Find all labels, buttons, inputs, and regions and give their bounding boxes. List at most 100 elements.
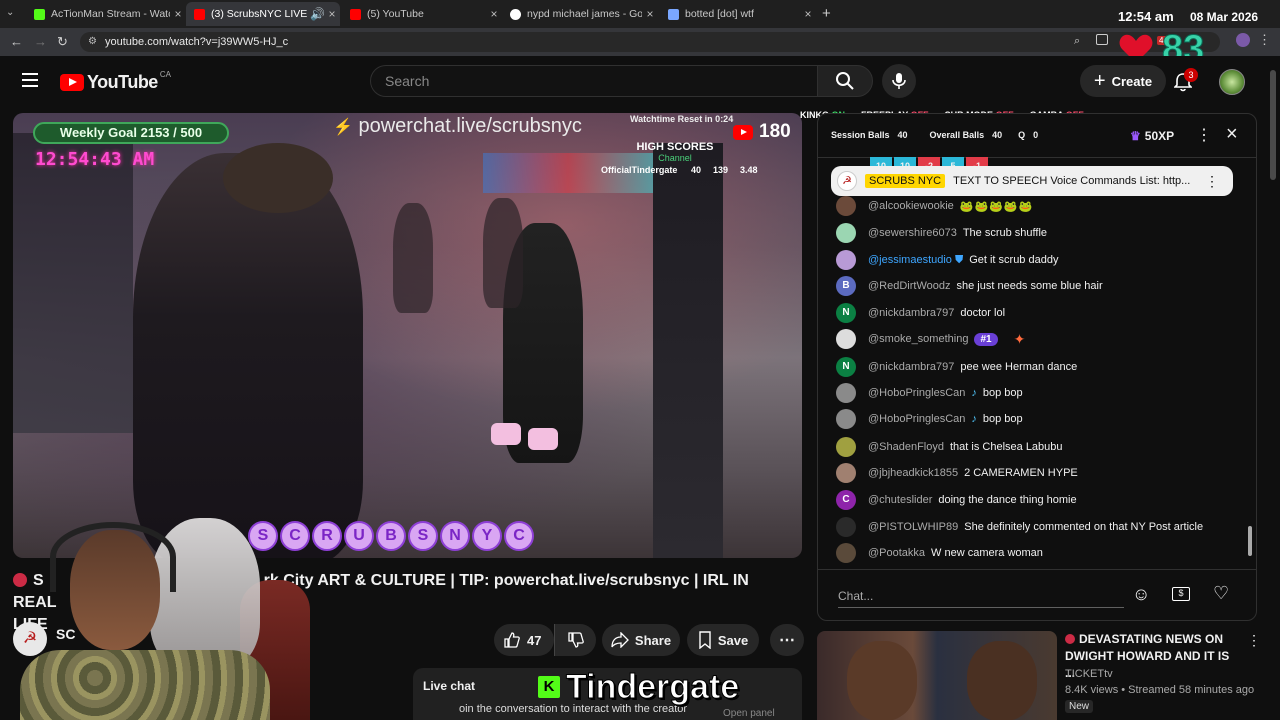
banner-letter: S — [408, 521, 438, 551]
chat-author: @alcookiewookie — [868, 200, 954, 212]
pinned-message[interactable]: ☭ SCRUBS NYC TEXT TO SPEECH Voice Comman… — [831, 166, 1233, 196]
open-panel-button[interactable]: Open panel — [723, 708, 775, 719]
emote-icon: ✦ — [1013, 330, 1026, 347]
chat-message[interactable]: C @chuteslider doing the dance thing hom… — [836, 489, 1077, 511]
scrollbar-thumb[interactable] — [1248, 526, 1252, 556]
reload-icon[interactable]: ↻ — [57, 34, 68, 50]
chat-author: @nickdambra797 — [868, 307, 955, 319]
powerchat-overlay: ⚡ powerchat.live/scrubsnyc — [333, 115, 582, 138]
pinned-text: TEXT TO SPEECH Voice Commands List: http… — [953, 175, 1191, 187]
save-button[interactable]: Save — [687, 624, 759, 656]
tab-scrubsnyc[interactable]: (3) ScrubsNYC LIVE NYC 🔊 × — [186, 2, 340, 26]
person-head — [223, 143, 333, 213]
video-thumbnail[interactable] — [817, 631, 1057, 720]
live-dot-icon — [1065, 634, 1075, 644]
chat-author: @HoboPringlesCan — [868, 387, 966, 399]
like-button[interactable]: 47 — [494, 624, 554, 656]
tab-list-icon[interactable]: ⌄ — [6, 7, 20, 21]
recommended-video[interactable]: DEVASTATING NEWS ON DWIGHT HOWARD AND IT… — [817, 631, 1261, 720]
recommended-channel[interactable]: TICKETtv — [1065, 668, 1113, 680]
lightning-icon: ⚡ — [333, 119, 353, 136]
voice-search-button[interactable] — [882, 64, 916, 98]
heart-icon[interactable]: ♡ — [1213, 583, 1229, 604]
weekly-goal-badge: Weekly Goal 2153 / 500 — [33, 122, 229, 144]
chat-message[interactable]: B @RedDirtWoodz she just needs some blue… — [836, 275, 1103, 297]
search-button[interactable] — [817, 65, 873, 97]
chat-message[interactable]: @HoboPringlesCan ♪ bop bop — [836, 408, 1023, 430]
chat-message[interactable]: @ShadenFloyd that is Chelsea Labubu — [836, 436, 1063, 458]
speaker-icon[interactable]: 🔊 — [310, 7, 325, 21]
chat-message[interactable]: @Pootakka W new camera woman — [836, 542, 1043, 564]
kick-icon: K — [538, 676, 560, 698]
chat-message[interactable]: @sewershire6073 The scrub shuffle — [836, 222, 1047, 244]
avatar — [836, 543, 856, 563]
zoom-icon[interactable]: ⌕ — [1074, 35, 1080, 48]
chat-message[interactable]: @smoke_something #1 ✦ — [836, 328, 1025, 350]
chat-author: @jessimaestudio — [868, 254, 952, 266]
pinned-menu-icon[interactable]: ⋮ — [1205, 173, 1219, 190]
microphone-icon — [892, 73, 906, 89]
install-icon[interactable] — [1096, 34, 1108, 45]
close-icon[interactable]: × — [800, 7, 816, 21]
new-tab-button[interactable]: + — [822, 5, 831, 22]
share-button[interactable]: Share — [602, 624, 680, 656]
chat-text: Get it scrub daddy — [969, 254, 1059, 266]
chat-message[interactable]: @jbjheadkick1855 2 CAMERAMEN HYPE — [836, 462, 1078, 484]
browser-menu-icon[interactable]: ⋮ — [1258, 32, 1271, 48]
viewer-count: 180 — [759, 121, 791, 142]
video-menu-icon[interactable]: ⋮ — [1247, 632, 1261, 649]
banner-letter: B — [376, 521, 406, 551]
close-icon[interactable]: × — [486, 7, 502, 21]
close-icon[interactable]: × — [642, 7, 658, 21]
tab-label: nypd michael james - Google Search — [527, 8, 642, 20]
chat-message[interactable]: @PISTOLWHIP89 She definitely commented o… — [836, 516, 1203, 538]
avatar — [836, 463, 856, 483]
tindergate-overlay: K Tindergate — [538, 667, 740, 706]
chat-message[interactable]: N @nickdambra797 doctor lol — [836, 302, 1005, 324]
account-avatar[interactable] — [1219, 69, 1245, 95]
create-button[interactable]: + Create — [1080, 65, 1166, 97]
chat-text: She definitely commented on that NY Post… — [964, 521, 1204, 533]
share-icon — [611, 632, 629, 648]
dancer-emote-icon: ♪ — [971, 413, 977, 425]
close-icon[interactable]: × — [324, 7, 340, 21]
emoji-icon[interactable]: ☺ — [1132, 584, 1150, 605]
q-value: 0 — [1033, 130, 1039, 140]
search-input[interactable]: Search — [370, 65, 818, 97]
notifications-button[interactable]: 3 — [1173, 68, 1198, 97]
tab-actionman[interactable]: AcTionMan Stream - Watch Live × — [26, 2, 186, 26]
youtube-logo[interactable]: YouTube CA — [60, 70, 171, 93]
avatar: B — [836, 276, 856, 296]
back-icon[interactable]: ← — [10, 34, 23, 49]
chat-menu-icon[interactable]: ⋮ — [1196, 125, 1212, 145]
chat-message[interactable]: @jessimaestudio ⛊ Get it scrub daddy — [836, 249, 1058, 271]
tab-youtube[interactable]: (5) YouTube × — [342, 2, 502, 26]
close-icon[interactable]: × — [170, 7, 186, 21]
close-chat-icon[interactable]: × — [1226, 123, 1238, 146]
super-chat-icon[interactable]: $ — [1172, 587, 1190, 601]
chat-text: The scrub shuffle — [962, 227, 1048, 239]
xp-badge[interactable]: ♛ 50XP — [1130, 126, 1174, 146]
chat-input[interactable] — [838, 584, 1124, 608]
video-player[interactable]: Weekly Goal 2153 / 500 12:54:43 AM ⚡ pow… — [13, 113, 802, 558]
url-field[interactable]: ⚙ youtube.com/watch?v=j39WW5-HJ_c — [80, 32, 1220, 52]
menu-icon[interactable] — [22, 73, 38, 87]
chat-author: @Pootakka — [868, 547, 926, 559]
high-score-c: 3.48 — [740, 165, 758, 175]
pink-boot — [491, 423, 521, 445]
dislike-button[interactable] — [554, 624, 596, 656]
more-actions-button[interactable]: ⋯ — [770, 624, 804, 656]
chat-scrollbar[interactable] — [1246, 158, 1252, 568]
profile-avatar[interactable] — [1236, 33, 1250, 47]
tab-botted[interactable]: botted [dot] wtf × — [660, 2, 816, 26]
chat-message[interactable]: @HoboPringlesCan ♪ bop bop — [836, 382, 1023, 404]
avatar: N — [836, 357, 856, 377]
forward-icon[interactable]: → — [34, 34, 47, 49]
site-info-icon[interactable]: ⚙ — [88, 32, 97, 52]
tab-google[interactable]: nypd michael james - Google Search × — [502, 2, 658, 26]
tab-label: AcTionMan Stream - Watch Live — [51, 8, 170, 20]
chat-message[interactable]: @alcookiewookie 🐸🐸🐸🐸🐸 — [836, 195, 1033, 217]
chat-message[interactable]: N @nickdambra797 pee wee Herman dance — [836, 356, 1077, 378]
page-scrollbar[interactable] — [1270, 70, 1276, 180]
powerchat-url: powerchat.live/scrubsnyc — [358, 115, 582, 137]
